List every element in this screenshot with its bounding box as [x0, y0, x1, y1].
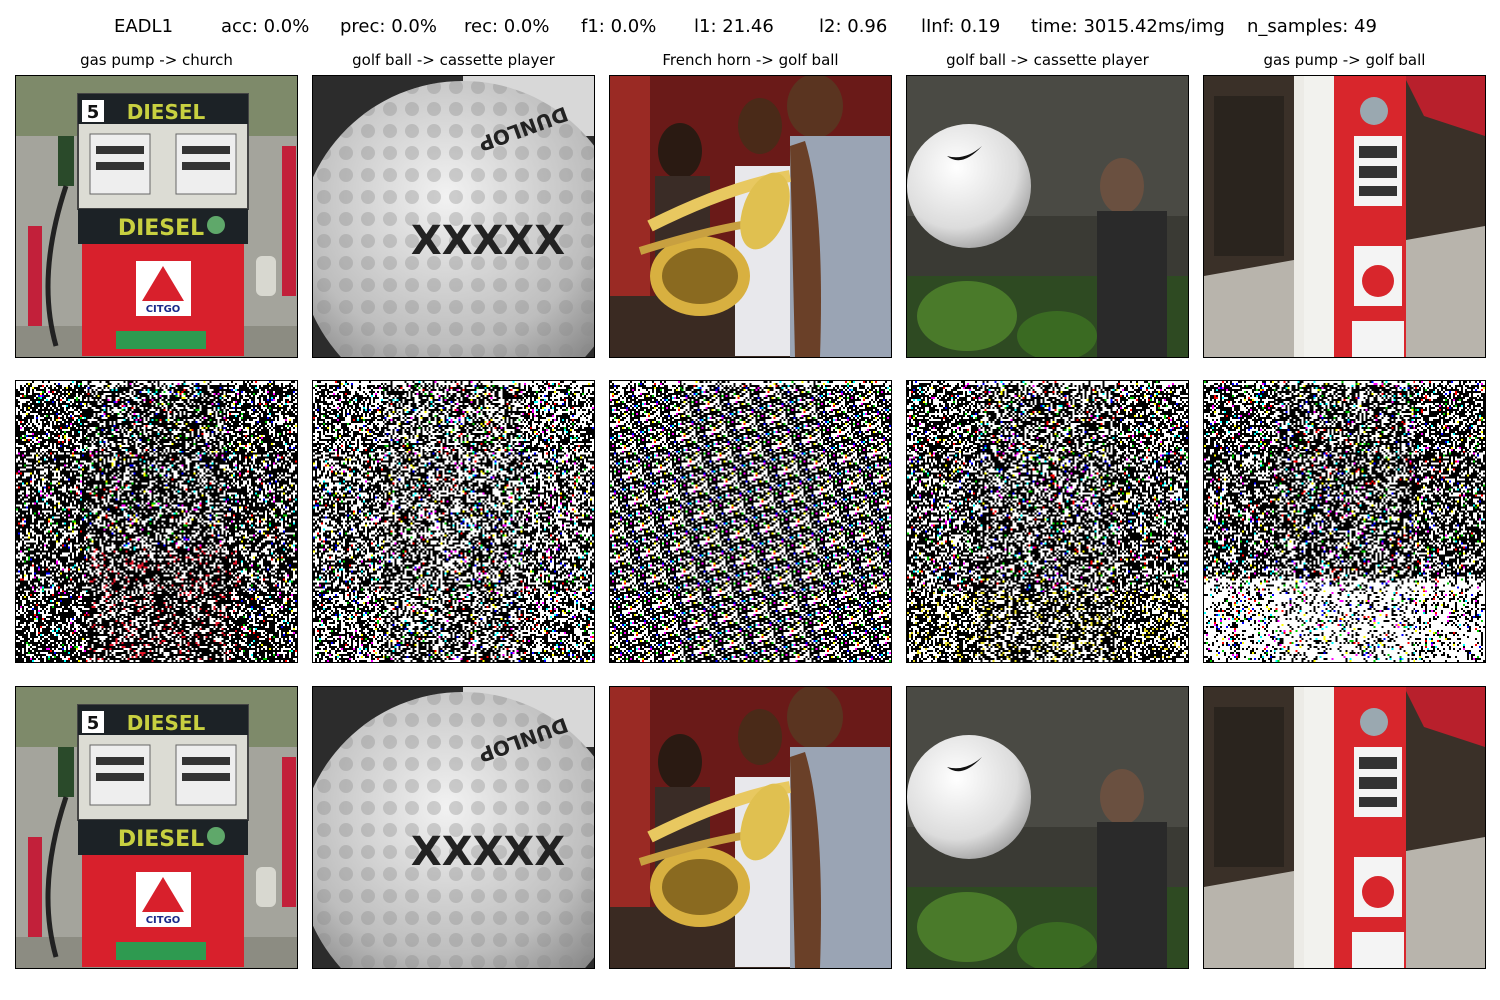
column-title-1: gas pump -> church — [80, 51, 233, 69]
recall-stat: rec: 0.0% — [464, 16, 550, 37]
svg-text:CITGO: CITGO — [146, 915, 181, 926]
svg-text:5: 5 — [87, 713, 100, 734]
linf-stat: lInf: 0.19 — [921, 16, 1001, 37]
column-title-2: golf ball -> cassette player — [352, 51, 555, 69]
original-image-golf-ball-flying — [906, 75, 1189, 358]
figure-title: EADL1 acc: 0.0% prec: 0.0% rec: 0.0% f1:… — [0, 16, 1500, 42]
original-image-golf-ball-closeup: XXXXX DUNLOP — [312, 75, 595, 358]
pump-top-label: DIESEL — [127, 100, 206, 124]
time-stat: time: 3015.42ms/img — [1031, 16, 1225, 37]
original-image-brass-players — [609, 75, 892, 358]
adversarial-image-brass-players — [609, 686, 892, 969]
column-title-5: gas pump -> golf ball — [1263, 51, 1426, 69]
adversarial-image-golf-ball-closeup: XXXXX DUNLOP — [312, 686, 595, 969]
svg-text:DIESEL: DIESEL — [127, 711, 206, 735]
perturbation-map-5 — [1203, 380, 1486, 663]
pump-bottom-label: DIESEL — [118, 216, 204, 241]
l1-stat: l1: 21.46 — [694, 16, 774, 37]
svg-text:XXXXX: XXXXX — [411, 829, 565, 875]
method-name: EADL1 — [114, 16, 174, 37]
n-samples-stat: n_samples: 49 — [1247, 16, 1377, 37]
column-title-4: golf ball -> cassette player — [946, 51, 1149, 69]
column-title-3: French horn -> golf ball — [662, 51, 839, 69]
original-image-gas-pump: DIESEL 5 DIESEL CITGO — [15, 75, 298, 358]
adversarial-image-golf-ball-flying — [906, 686, 1189, 969]
svg-text:DIESEL: DIESEL — [118, 827, 204, 852]
perturbation-map-2 — [312, 380, 595, 663]
f1-stat: f1: 0.0% — [581, 16, 657, 37]
original-image-red-gas-pump — [1203, 75, 1486, 358]
accuracy-stat: acc: 0.0% — [221, 16, 310, 37]
l2-stat: l2: 0.96 — [819, 16, 888, 37]
adversarial-image-gas-pump: DIESEL 5 DIESEL CITGO — [15, 686, 298, 969]
svg-text:5: 5 — [87, 102, 100, 123]
svg-text:CITGO: CITGO — [146, 304, 181, 315]
adversarial-image-red-gas-pump — [1203, 686, 1486, 969]
golf-ball-marking: XXXXX — [411, 218, 565, 264]
perturbation-map-4 — [906, 380, 1189, 663]
perturbation-map-1 — [15, 380, 298, 663]
precision-stat: prec: 0.0% — [340, 16, 437, 37]
perturbation-map-3 — [609, 380, 892, 663]
